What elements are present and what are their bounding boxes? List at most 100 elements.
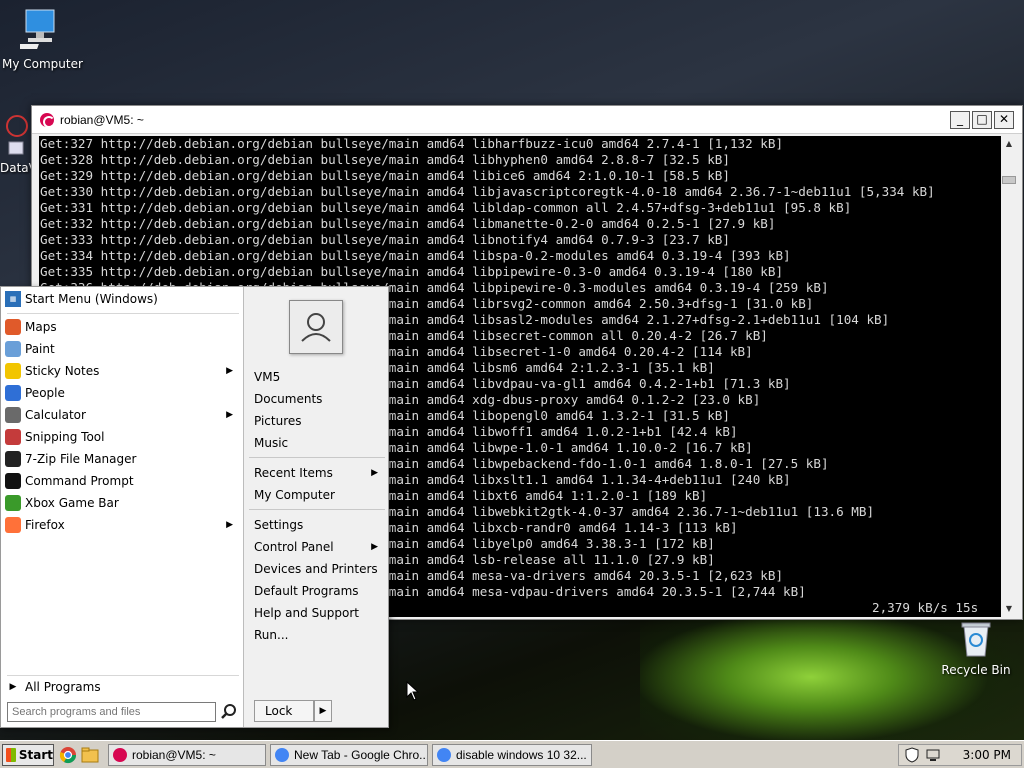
taskbar-window-button[interactable]: robian@VM5: ~ — [108, 744, 266, 766]
all-programs-label: All Programs — [25, 680, 101, 694]
start-menu-place-label: Run... — [254, 628, 289, 642]
terminal-line: Get:328 http://deb.debian.org/debian bul… — [40, 152, 730, 167]
start-menu-place[interactable]: Pictures — [254, 411, 382, 431]
terminal-line: Get:329 http://deb.debian.org/debian bul… — [40, 168, 730, 183]
datav-desktop-icon[interactable]: DataV — [0, 112, 34, 175]
lock-options-button[interactable]: ▶ — [314, 700, 332, 722]
all-programs-button[interactable]: ▶ All Programs — [5, 677, 239, 697]
terminal-line: Get:333 http://deb.debian.org/debian bul… — [40, 232, 730, 247]
start-menu-place[interactable]: Run... — [254, 625, 382, 645]
chevron-right-icon: ▶ — [226, 366, 233, 376]
start-menu-place-label: Help and Support — [254, 606, 359, 620]
start-menu-item[interactable]: Sticky Notes ▶ — [5, 361, 239, 381]
command-prompt-icon — [5, 473, 21, 489]
start-menu-place[interactable]: Default Programs — [254, 581, 382, 601]
recycle-bin-icon — [961, 622, 991, 657]
start-menu-item[interactable]: People — [5, 383, 239, 403]
maps-icon — [5, 319, 21, 335]
start-button[interactable]: Start — [2, 744, 54, 766]
start-menu-place-label: Music — [254, 436, 289, 450]
start-menu-place[interactable]: Settings — [254, 515, 382, 535]
download-status: 2,379 kB/s 15s — [872, 600, 979, 615]
recycle-bin-desktop-icon[interactable]: Recycle Bin — [940, 620, 1012, 677]
divider — [7, 313, 239, 314]
start-menu-item[interactable]: Paint — [5, 339, 239, 359]
taskbar-window-button[interactable]: disable windows 10 32... — [432, 744, 592, 766]
my-computer-desktop-icon[interactable]: My Computer — [2, 8, 83, 71]
start-menu-place-label: Default Programs — [254, 584, 359, 598]
desktop-icon-label: DataV — [0, 161, 34, 175]
start-menu-place[interactable]: Devices and Printers — [254, 559, 382, 579]
start-menu[interactable]: ▦ Start Menu (Windows) Maps Paint Sticky N… — [0, 286, 389, 728]
start-menu-place[interactable]: Recent Items ▶ — [254, 463, 382, 483]
file-explorer-quicklaunch-icon[interactable] — [81, 746, 99, 764]
start-menu-item-label: Command Prompt — [25, 474, 134, 488]
start-menu-place[interactable]: My Computer — [254, 485, 382, 505]
close-button[interactable]: ✕ — [994, 110, 1014, 129]
people-icon — [5, 385, 21, 401]
mouse-cursor-icon — [406, 681, 420, 701]
shield-icon[interactable] — [904, 747, 920, 763]
chevron-right-icon: ▶ — [9, 682, 17, 692]
start-menu-place[interactable]: Help and Support — [254, 603, 382, 623]
taskbar-button-label: disable windows 10 32... — [456, 748, 587, 762]
terminal-line: Get:332 http://deb.debian.org/debian bul… — [40, 216, 776, 231]
start-menu-item[interactable]: Firefox ▶ — [5, 515, 239, 535]
start-menu-place-label: Documents — [254, 392, 323, 406]
start-menu-item[interactable]: Xbox Game Bar — [5, 493, 239, 513]
debian-icon — [113, 748, 127, 762]
chevron-right-icon: ▶ — [226, 410, 233, 420]
datav-icon — [6, 115, 28, 155]
desktop-icon-label: My Computer — [2, 57, 83, 71]
start-menu-place-label: VM5 — [254, 370, 281, 384]
start-menu-item[interactable]: 7-Zip File Manager — [5, 449, 239, 469]
minimize-button[interactable]: _ — [950, 110, 970, 129]
maximize-button[interactable]: □ — [972, 110, 992, 129]
start-menu-item[interactable]: Calculator ▶ — [5, 405, 239, 425]
desktop-icon-label: Recycle Bin — [941, 663, 1011, 677]
start-menu-item-label: Maps — [25, 320, 57, 334]
chrome-icon — [275, 748, 289, 762]
start-menu-item[interactable]: Snipping Tool — [5, 427, 239, 447]
network-icon[interactable] — [925, 747, 941, 763]
chrome-icon — [437, 748, 451, 762]
start-menu-place[interactable]: VM5 — [254, 367, 382, 387]
chrome-quicklaunch-icon[interactable] — [59, 746, 77, 764]
start-menu-place-label: Pictures — [254, 414, 302, 428]
terminal-line: Get:334 http://deb.debian.org/debian bul… — [40, 248, 791, 263]
start-menu-place[interactable]: Documents — [254, 389, 382, 409]
lock-button[interactable]: Lock — [254, 700, 314, 722]
start-menu-item-label: Xbox Game Bar — [25, 496, 119, 510]
terminal-titlebar[interactable]: robian@VM5: ~ _ □ ✕ — [32, 106, 1022, 134]
taskbar: Start robian@VM5: ~ New Tab - Google Chro… — [0, 740, 1024, 768]
taskbar-window-button[interactable]: New Tab - Google Chro... — [270, 744, 428, 766]
start-menu-item-label: Sticky Notes — [25, 364, 100, 378]
paint-icon — [5, 341, 21, 357]
start-menu-header[interactable]: ▦ Start Menu (Windows) — [5, 289, 239, 309]
start-menu-place[interactable]: Control Panel ▶ — [254, 537, 382, 557]
user-avatar[interactable] — [289, 300, 343, 354]
scroll-down-icon[interactable]: ▼ — [1001, 601, 1017, 617]
terminal-scrollbar[interactable]: ▲ ▼ — [1001, 136, 1017, 617]
terminal-title: robian@VM5: ~ — [60, 112, 144, 127]
start-menu-programs: ▦ Start Menu (Windows) Maps Paint Sticky N… — [1, 287, 244, 727]
start-menu-place-label: Control Panel — [254, 540, 334, 554]
taskbar-button-label: robian@VM5: ~ — [132, 748, 216, 762]
start-menu-places: VM5 Documents Pictures Music Recent Items ▶ My… — [245, 287, 388, 727]
terminal-line: Get:331 http://deb.debian.org/debian bul… — [40, 200, 852, 215]
terminal-line: Get:330 http://deb.debian.org/debian bul… — [40, 184, 935, 199]
firefox-icon — [5, 517, 21, 533]
search-icon[interactable] — [219, 702, 239, 722]
scroll-thumb[interactable] — [1002, 176, 1016, 184]
start-menu-place-label: Settings — [254, 518, 304, 532]
user-icon — [301, 313, 331, 342]
start-menu-place[interactable]: Music — [254, 433, 382, 453]
system-tray: 3:00 PM — [898, 744, 1022, 766]
search-input[interactable] — [7, 702, 216, 722]
clock[interactable]: 3:00 PM — [963, 748, 1011, 762]
start-menu-item[interactable]: Command Prompt — [5, 471, 239, 491]
calculator-icon — [5, 407, 21, 423]
scroll-up-icon[interactable]: ▲ — [1001, 136, 1017, 152]
divider — [7, 675, 239, 676]
start-menu-item[interactable]: Maps — [5, 317, 239, 337]
